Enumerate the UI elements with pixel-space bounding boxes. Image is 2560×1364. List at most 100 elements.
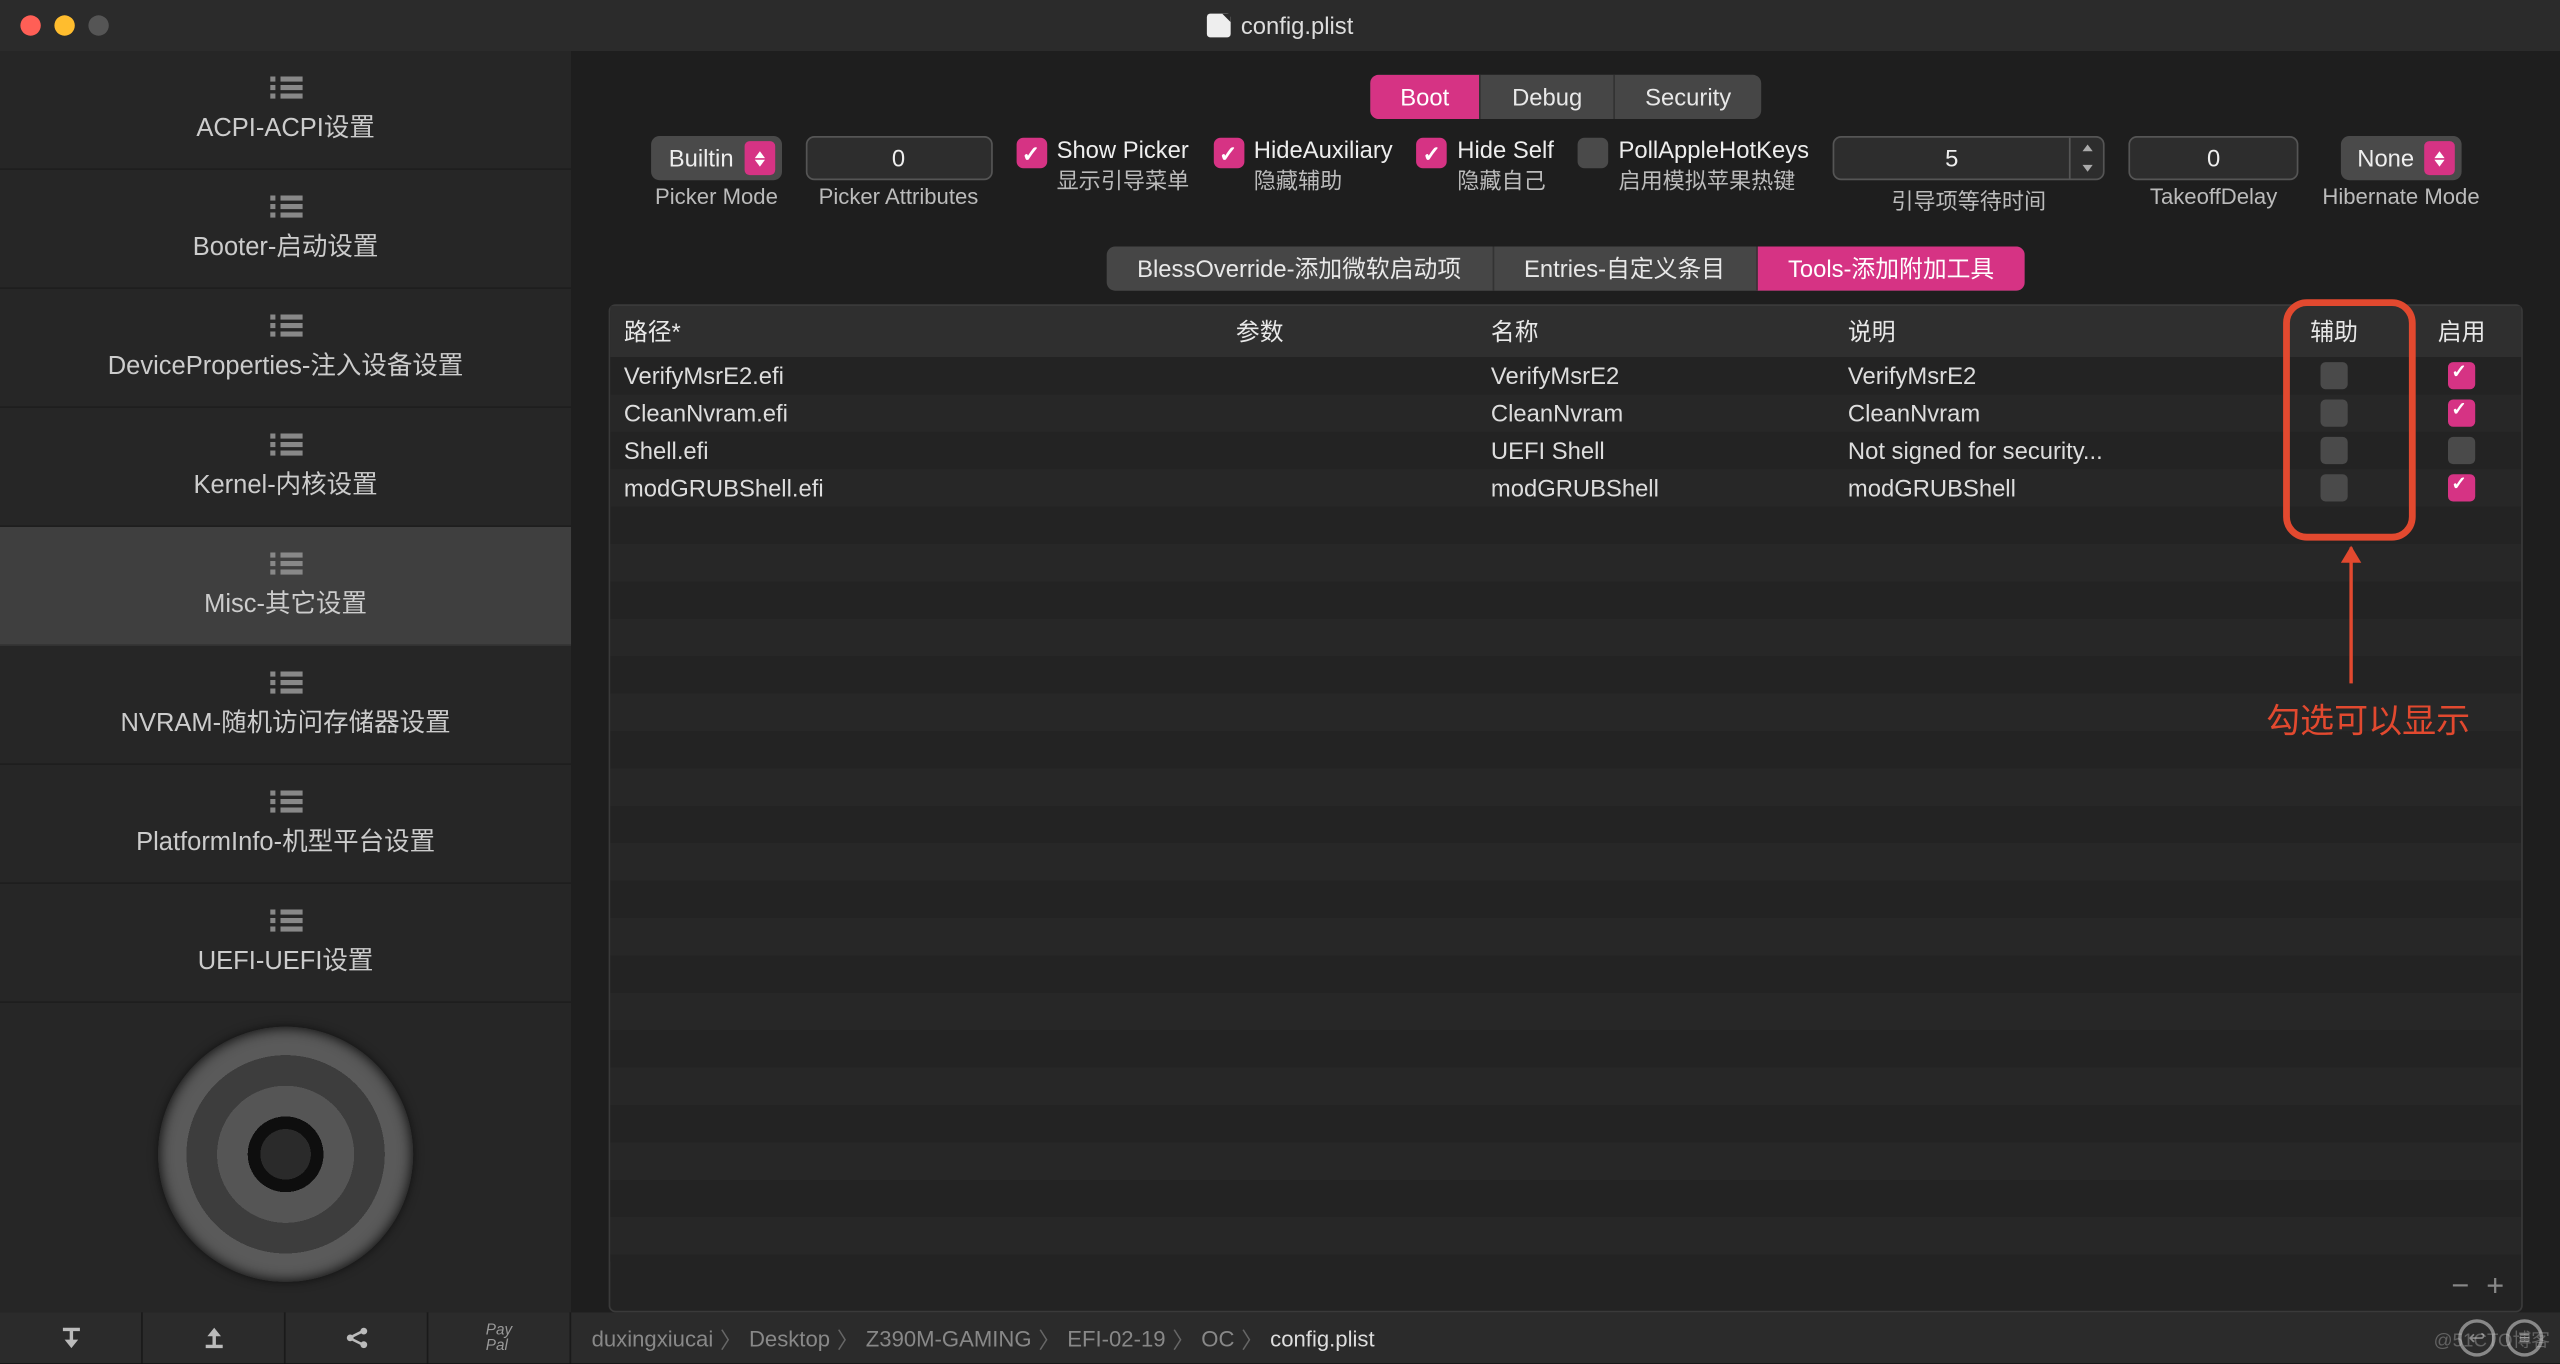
zoom-window-button[interactable] <box>88 15 108 35</box>
breadcrumb-item[interactable]: Z390M-GAMING <box>866 1325 1032 1351</box>
aux-checkbox[interactable] <box>2321 400 2348 427</box>
minimize-window-button[interactable] <box>54 15 74 35</box>
table-header: 路径* 参数 名称 说明 辅助 启用 <box>610 306 2521 357</box>
list-icon <box>269 195 301 217</box>
enabled-checkbox[interactable] <box>2448 362 2475 389</box>
col-aux[interactable]: 辅助 <box>2266 306 2402 357</box>
hibernate-mode-label: Hibernate Mode <box>2322 184 2479 210</box>
sidebar-item-label: ACPI-ACPI设置 <box>196 108 375 144</box>
breadcrumb: duxingxiucai〉Desktop〉Z390M-GAMING〉EFI-02… <box>571 1322 2458 1354</box>
chevron-right-icon: 〉 <box>1038 1322 1060 1354</box>
share-button[interactable] <box>286 1312 429 1363</box>
aux-checkbox[interactable] <box>2321 362 2348 389</box>
sidebar-item[interactable]: Kernel-内核设置 <box>0 408 571 527</box>
cell-args <box>1222 442 1477 459</box>
annotation-text: 勾选可以显示 <box>2266 694 2470 743</box>
sidebar-item[interactable]: PlatformInfo-机型平台设置 <box>0 765 571 884</box>
cell-name: modGRUBShell <box>1477 466 1834 510</box>
paypal-button[interactable]: Pay Pal <box>428 1312 571 1363</box>
takeoff-delay-field[interactable]: 0 <box>2129 136 2299 180</box>
breadcrumb-item[interactable]: EFI-02-19 <box>1067 1325 1165 1351</box>
enabled-checkbox[interactable] <box>2448 474 2475 501</box>
hide-self-sub: 隐藏自己 <box>1457 163 1554 195</box>
hide-self-checkbox[interactable] <box>1416 138 1447 169</box>
col-desc[interactable]: 说明 <box>1834 306 2266 357</box>
jog-wheel[interactable] <box>158 1027 413 1282</box>
chevron-updown-icon <box>2424 141 2455 175</box>
sidebar-item[interactable]: DeviceProperties-注入设备设置 <box>0 289 571 408</box>
timeout-value: 5 <box>1834 145 2069 172</box>
table-row[interactable]: CleanNvram.efiCleanNvramCleanNvram <box>610 394 2521 431</box>
tools-sub-tabs: BlessOverride-添加微软启动项Entries-自定义条目Tools-… <box>1107 247 2025 291</box>
col-enabled[interactable]: 启用 <box>2402 306 2521 357</box>
chevron-right-icon: 〉 <box>1241 1322 1263 1354</box>
table-footer: − + <box>610 1261 2521 1310</box>
window-controls <box>20 15 108 35</box>
sidebar-item[interactable]: Booter-启动设置 <box>0 170 571 289</box>
cell-args <box>1222 367 1477 384</box>
breadcrumb-item[interactable]: Desktop <box>749 1325 830 1351</box>
poll-apple-hotkeys-title: PollAppleHotKeys <box>1618 136 1809 163</box>
chevron-right-icon: 〉 <box>1172 1322 1194 1354</box>
poll-apple-hotkeys-sub: 启用模拟苹果热键 <box>1618 163 1809 195</box>
show-picker-title: Show Picker <box>1057 136 1190 163</box>
tools-table: 路径* 参数 名称 说明 辅助 启用 VerifyMsrE2.efiVerify… <box>609 304 2523 1312</box>
list-icon <box>269 790 301 812</box>
table-row[interactable]: Shell.efiUEFI ShellNot signed for securi… <box>610 432 2521 469</box>
hide-auxiliary-checkbox[interactable] <box>1213 138 1244 169</box>
picker-mode-select[interactable]: Builtin <box>652 136 781 180</box>
picker-attributes-field[interactable]: 0 <box>805 136 992 180</box>
hide-auxiliary-sub: 隐藏辅助 <box>1254 163 1393 195</box>
top-tab[interactable]: Debug <box>1480 75 1613 119</box>
footer-bar: Pay Pal duxingxiucai〉Desktop〉Z390M-GAMIN… <box>0 1312 2560 1363</box>
hibernate-mode-value: None <box>2357 145 2414 172</box>
list-icon <box>269 314 301 336</box>
show-picker-checkbox[interactable] <box>1016 138 1047 169</box>
col-args[interactable]: 参数 <box>1222 306 1477 357</box>
sidebar-item[interactable]: ACPI-ACPI设置 <box>0 51 571 170</box>
import-button[interactable] <box>0 1312 143 1363</box>
breadcrumb-item[interactable]: config.plist <box>1270 1325 1374 1351</box>
cell-args <box>1222 405 1477 422</box>
top-tab[interactable]: Security <box>1613 75 1762 119</box>
hide-auxiliary-title: HideAuxiliary <box>1254 136 1393 163</box>
poll-apple-hotkeys-checkbox[interactable] <box>1578 138 1609 169</box>
footer-tools: Pay Pal <box>0 1312 571 1363</box>
close-window-button[interactable] <box>20 15 40 35</box>
top-tab[interactable]: Boot <box>1370 75 1480 119</box>
sidebar-item[interactable]: UEFI-UEFI设置 <box>0 884 571 1003</box>
sidebar-item-label: DeviceProperties-注入设备设置 <box>108 346 464 382</box>
table-row[interactable]: modGRUBShell.efimodGRUBShellmodGRUBShell <box>610 469 2521 506</box>
table-row[interactable]: VerifyMsrE2.efiVerifyMsrE2VerifyMsrE2 <box>610 357 2521 394</box>
aux-checkbox[interactable] <box>2321 437 2348 464</box>
sub-tab[interactable]: Entries-自定义条目 <box>1492 247 1756 291</box>
aux-checkbox[interactable] <box>2321 474 2348 501</box>
hibernate-mode-select[interactable]: None <box>2340 136 2461 180</box>
hide-self-title: Hide Self <box>1457 136 1554 163</box>
enabled-checkbox[interactable] <box>2448 437 2475 464</box>
main-panel: BootDebugSecurity Builtin Picker Mode 0 <box>571 51 2560 1312</box>
sub-tab[interactable]: Tools-添加附加工具 <box>1756 247 2025 291</box>
sidebar-item[interactable]: NVRAM-随机访问存储器设置 <box>0 646 571 765</box>
breadcrumb-item[interactable]: duxingxiucai <box>592 1325 714 1351</box>
sidebar: ACPI-ACPI设置 Booter-启动设置 DeviceProperties-注… <box>0 51 571 1312</box>
window-title-text: config.plist <box>1241 12 1353 39</box>
col-name[interactable]: 名称 <box>1477 306 1834 357</box>
sidebar-item-label: Booter-启动设置 <box>193 227 379 263</box>
sub-tab[interactable]: BlessOverride-添加微软启动项 <box>1107 247 1492 291</box>
sidebar-item[interactable]: Misc-其它设置 <box>0 527 571 646</box>
add-row-button[interactable]: + <box>2486 1268 2504 1304</box>
timeout-stepper[interactable] <box>2069 138 2103 179</box>
picker-mode-label: Picker Mode <box>655 184 778 210</box>
cell-path: modGRUBShell.efi <box>610 466 1222 510</box>
sidebar-item-label: Kernel-内核设置 <box>193 465 377 501</box>
document-icon <box>1207 14 1231 38</box>
enabled-checkbox[interactable] <box>2448 400 2475 427</box>
annotation-arrow <box>2349 547 2352 683</box>
export-button[interactable] <box>143 1312 286 1363</box>
chevron-right-icon: 〉 <box>837 1322 859 1354</box>
remove-row-button[interactable]: − <box>2451 1268 2469 1304</box>
breadcrumb-item[interactable]: OC <box>1201 1325 1234 1351</box>
col-path[interactable]: 路径* <box>610 306 1222 357</box>
timeout-field[interactable]: 5 <box>1833 136 2105 180</box>
